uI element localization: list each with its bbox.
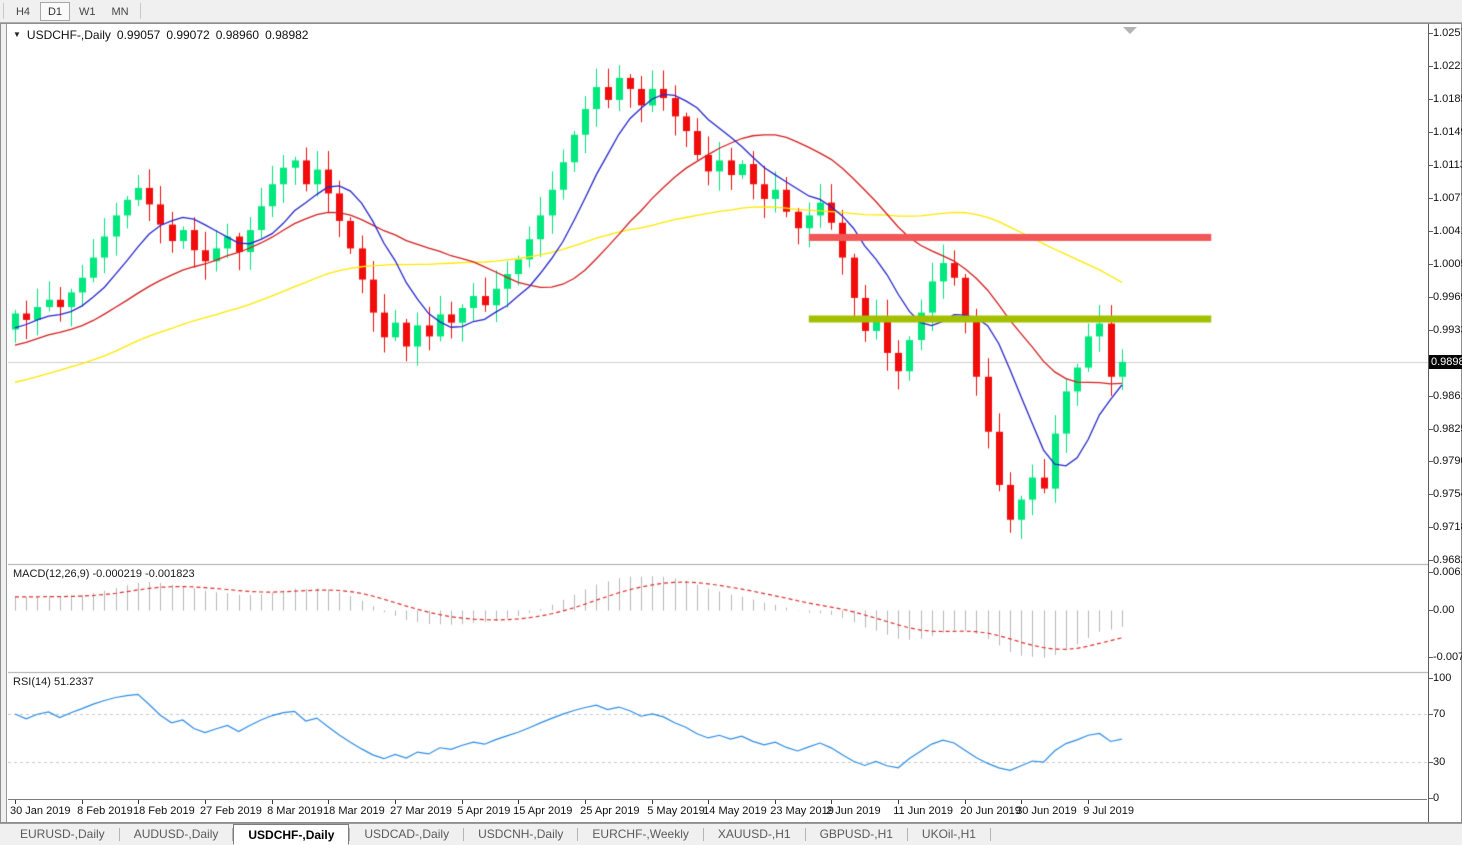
timeframe-button-h4[interactable]: H4 xyxy=(8,2,38,21)
date-tick xyxy=(965,800,967,804)
toolbar-separator xyxy=(139,3,141,19)
timeframe-button-mn[interactable]: MN xyxy=(105,2,136,21)
current-price-badge: 0.98982 xyxy=(1429,354,1462,369)
timeframe-button-w1[interactable]: W1 xyxy=(72,2,103,21)
date-label: 27 Feb 2019 xyxy=(200,805,262,817)
date-label: 15 Apr 2019 xyxy=(513,805,573,817)
date-tick xyxy=(1088,800,1090,804)
date-tick xyxy=(328,800,330,804)
date-label: 2 Jun 2019 xyxy=(826,805,881,817)
macd-indicator-name: MACD(12,26,9) xyxy=(13,568,90,580)
date-label: 11 Jun 2019 xyxy=(893,805,953,817)
tab-xauusd-h1[interactable]: XAUUSD-,H1 xyxy=(704,824,805,845)
date-label: 5 Apr 2019 xyxy=(457,805,511,817)
date-label: 8 Mar 2019 xyxy=(267,805,323,817)
macd-signal-value: -0.001823 xyxy=(145,568,195,580)
date-label: 9 Jul 2019 xyxy=(1083,805,1135,817)
date-label: 23 May 2019 xyxy=(770,805,834,817)
date-tick xyxy=(652,800,654,804)
rsi-pane-label: RSI(14) 51.2337 xyxy=(13,676,94,688)
chart-window: ▼ USDCHF-,Daily 0.99057 0.99072 0.98960 … xyxy=(0,23,1462,823)
date-tick xyxy=(462,800,464,804)
date-tick xyxy=(395,800,397,804)
collapse-indicator-icon: ▼ xyxy=(13,29,21,39)
date-label: 30 Jun 2019 xyxy=(1016,805,1077,817)
chart-title: ▼ USDCHF-,Daily 0.99057 0.99072 0.98960 … xyxy=(13,28,308,42)
date-tick xyxy=(708,800,710,804)
date-label: 8 Feb 2019 xyxy=(77,805,133,817)
date-label: 5 May 2019 xyxy=(647,805,705,817)
date-label: 30 Jan 2019 xyxy=(10,805,71,817)
ohlc-high-value: 0.99072 xyxy=(166,28,210,42)
rsi-value: 51.2337 xyxy=(53,676,94,688)
timeframe-toolbar: H4 D1 W1 MN xyxy=(0,0,1462,23)
date-tick xyxy=(585,800,587,804)
date-label: 27 Mar 2019 xyxy=(390,805,452,817)
date-tick xyxy=(82,800,84,804)
date-tick xyxy=(1021,800,1023,804)
date-tick xyxy=(831,800,833,804)
chart-canvas[interactable] xyxy=(8,26,1428,799)
window-edge xyxy=(1,24,7,822)
macd-main-value: -0.000219 xyxy=(92,568,143,580)
date-label: 14 May 2019 xyxy=(703,805,767,817)
tab-usdcnh-daily[interactable]: USDCNH-,Daily xyxy=(464,824,577,845)
date-axis[interactable]: 30 Jan 2019 8 Feb 2019 18 Feb 2019 27 Feb 2… xyxy=(8,799,1427,820)
date-label: 18 Feb 2019 xyxy=(132,805,195,817)
tab-separator xyxy=(989,828,991,841)
tab-usdchf-daily[interactable]: USDCHF-,Daily xyxy=(233,824,350,845)
date-tick xyxy=(205,800,207,804)
date-tick xyxy=(15,800,16,804)
tab-ukoil-h1[interactable]: UKOil-,H1 xyxy=(908,824,990,845)
chart-symbol-label: USDCHF-,Daily xyxy=(26,28,111,42)
rsi-indicator-name: RSI(14) xyxy=(13,676,51,688)
date-tick xyxy=(898,800,900,804)
tab-usdcad-daily[interactable]: USDCAD-,Daily xyxy=(350,824,463,845)
toolbar-separator xyxy=(3,3,4,19)
price-axis[interactable]: 1.025701.022101.018501.014901.011301.007… xyxy=(1428,24,1462,822)
date-tick xyxy=(272,800,274,804)
date-tick xyxy=(775,800,777,804)
chart-tab-bar: EURUSD-,Daily AUDUSD-,Daily USDCHF-,Daily U… xyxy=(0,823,1462,845)
tab-eurchf-weekly[interactable]: EURCHF-,Weekly xyxy=(578,824,702,845)
date-label: 25 Apr 2019 xyxy=(580,805,640,817)
macd-pane-label: MACD(12,26,9) -0.000219 -0.001823 xyxy=(13,568,195,580)
tab-audusd-daily[interactable]: AUDUSD-,Daily xyxy=(120,824,233,845)
mt4-application: H4 D1 W1 MN ▼ USDCHF-,Daily 0.99057 0.99072… xyxy=(0,0,1462,845)
tab-gbpusd-h1[interactable]: GBPUSD-,H1 xyxy=(806,824,907,845)
date-label: 18 Mar 2019 xyxy=(323,805,385,817)
tab-eurusd-daily[interactable]: EURUSD-,Daily xyxy=(6,824,119,845)
ohlc-close-value: 0.98982 xyxy=(265,28,309,42)
date-tick xyxy=(137,800,139,804)
ohlc-low-value: 0.98960 xyxy=(215,28,260,42)
date-label: 20 Jun 2019 xyxy=(960,805,1021,817)
date-tick xyxy=(518,800,520,804)
chart-shift-marker-icon[interactable] xyxy=(1123,27,1137,34)
timeframe-button-d1[interactable]: D1 xyxy=(40,1,70,21)
ohlc-open-value: 0.99057 xyxy=(116,28,161,42)
